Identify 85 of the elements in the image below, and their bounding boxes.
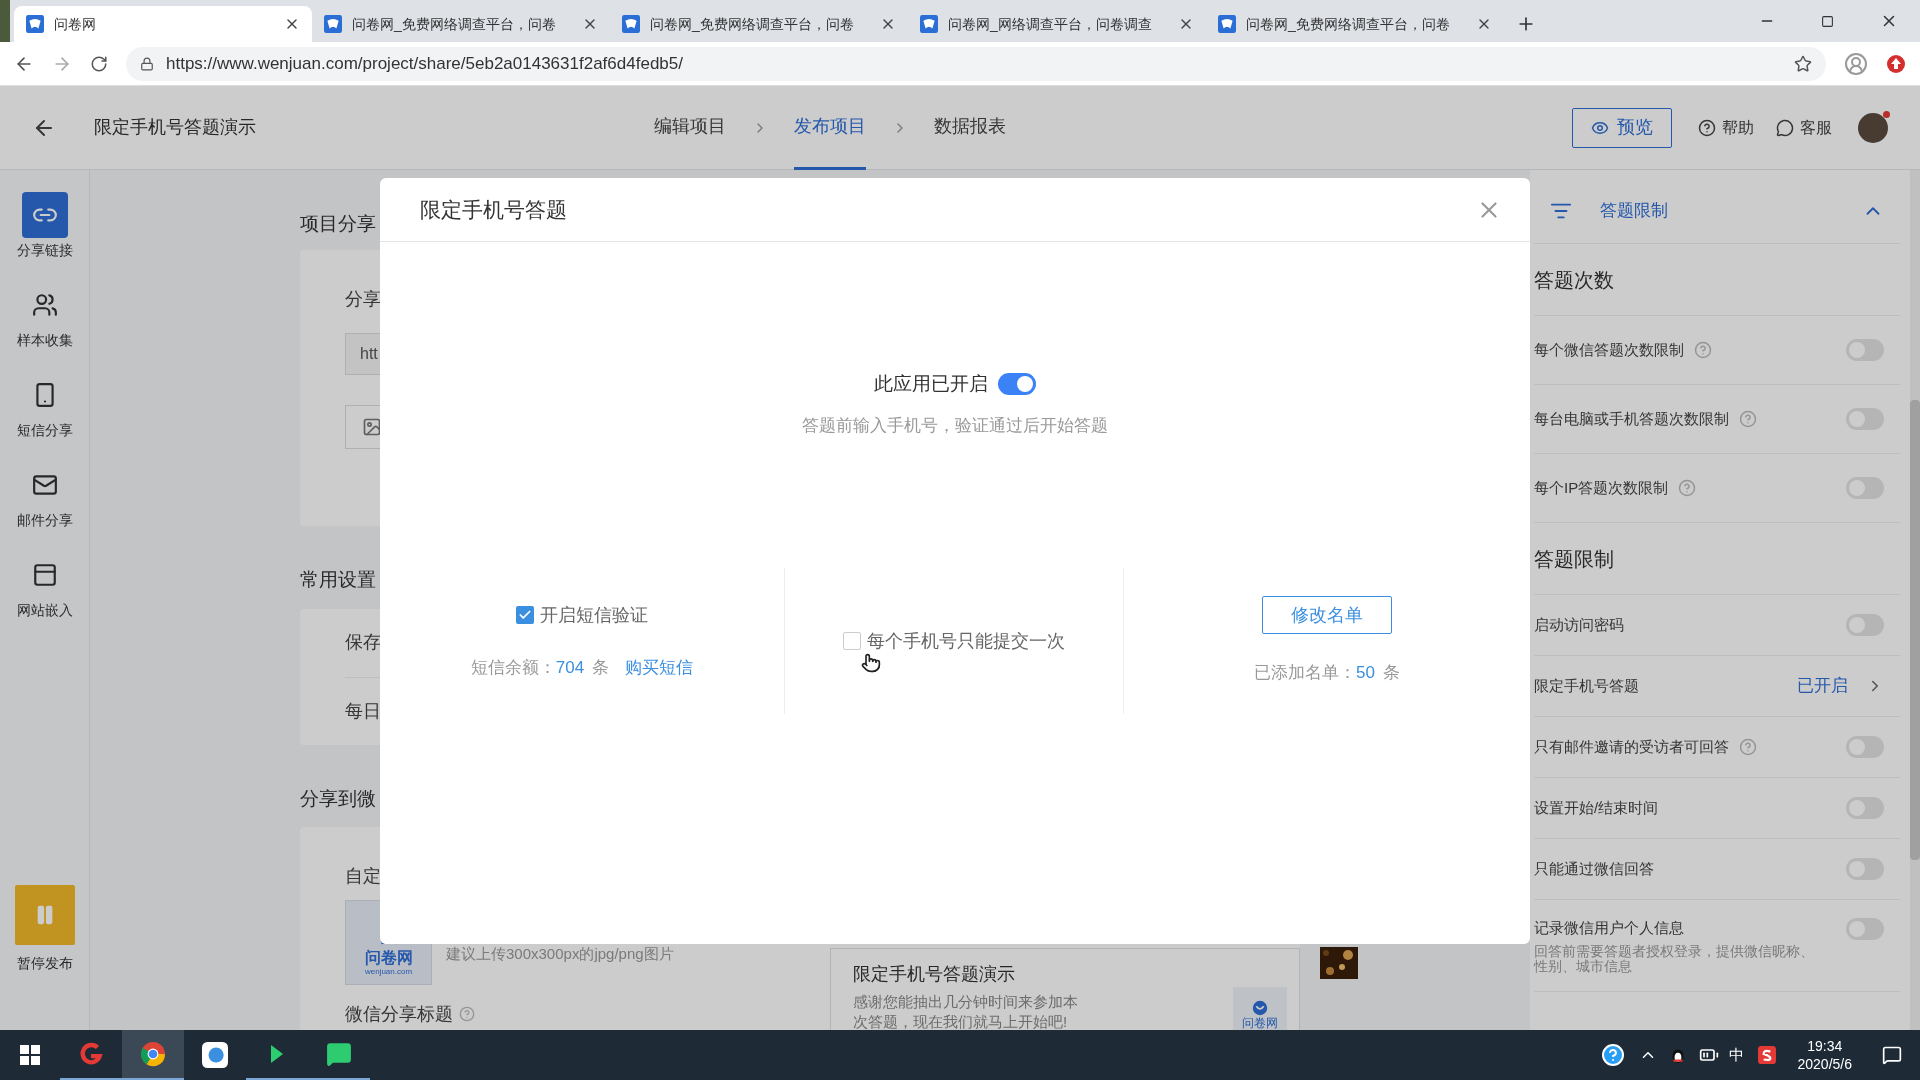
field-label: 自定 <box>345 865 381 888</box>
reload-icon[interactable] <box>90 54 108 73</box>
clock-time[interactable]: 19:34 <box>1807 1037 1843 1055</box>
section-title: 常用设置 <box>300 568 376 592</box>
checkbox[interactable]: 每个手机号只能提交一次 <box>843 627 1065 655</box>
setting-label: 限定手机号答题 <box>1534 675 1639 696</box>
status-label: 此应用已开启 <box>874 372 988 396</box>
info-unit: 条 <box>592 656 610 679</box>
sidebar-item[interactable]: 短信分享 <box>16 372 73 462</box>
setting-label: 设置开始/结束时间 <box>1534 797 1659 818</box>
dialog-title: 限定手机号答题 <box>420 196 567 223</box>
setting-label: 每个IP答题次数限制 <box>1534 477 1669 498</box>
preview-text: 次答题，现在我们就马上开始吧! <box>853 1012 1068 1030</box>
preview-title: 限定手机号答题演示 <box>853 963 1015 986</box>
bookmark-star-icon[interactable] <box>1794 54 1812 73</box>
project-title: 限定手机号答题演示 <box>94 116 257 139</box>
hand-cursor-icon <box>861 652 881 673</box>
sidebar-item[interactable]: 网站嵌入 <box>16 552 73 642</box>
notification-icon[interactable] <box>1882 1045 1902 1065</box>
field-label: 分享 <box>345 288 381 311</box>
browser-tab[interactable]: 问卷网 <box>14 6 312 42</box>
section-heading: 答题限制 <box>1534 523 1900 595</box>
clock-date[interactable]: 2020/5/6 <box>1797 1055 1852 1073</box>
info-label: 已添加名单： <box>1254 662 1357 685</box>
setting-description: 回答前需要答题者授权登录，提供微信昵称、性别、城市信息 <box>1534 943 1815 974</box>
browser-tab[interactable]: 问卷网_免费网络调查平台，问卷 <box>610 6 908 42</box>
service-link[interactable]: 客服 <box>1776 115 1832 140</box>
info-unit: 条 <box>1382 662 1400 685</box>
sidebar-item[interactable]: 邮件分享 <box>16 462 73 552</box>
dialog-description: 答题前输入手机号，验证通过后开始答题 <box>802 414 1108 437</box>
maximize-icon[interactable] <box>1821 14 1834 28</box>
app-tray-icon[interactable] <box>1757 1046 1776 1064</box>
checkbox[interactable]: 开启短信验证 <box>516 601 648 629</box>
tab-favicon-icon <box>324 15 342 33</box>
preview-text: 感谢您能抽出几分钟时间来参加本 <box>853 992 1078 1012</box>
image-icon <box>362 417 382 437</box>
browser-tab[interactable]: 问卷网_网络调查平台，问卷调查 <box>908 6 1206 42</box>
mail-icon <box>31 472 58 498</box>
tab-favicon-icon <box>1218 15 1236 33</box>
setting-label: 只能通过微信回答 <box>1534 858 1654 879</box>
ime-indicator[interactable]: 中 <box>1728 1043 1744 1067</box>
browser-tab[interactable]: 问卷网_免费网络调查平台，问卷 <box>312 6 610 42</box>
setting-label: 记录微信用户个人信息 <box>1534 918 1684 939</box>
app-toggle-switch[interactable] <box>998 373 1036 396</box>
setting-label: 每日 <box>345 699 381 723</box>
tab-favicon-icon <box>622 15 640 33</box>
sidebar-item[interactable]: 样本收集 <box>16 282 73 372</box>
windows-start-icon[interactable] <box>20 1045 40 1065</box>
panel-title[interactable]: 答题限制 <box>1600 197 1668 224</box>
help-icon <box>1698 118 1716 137</box>
tab-favicon-icon <box>26 15 44 33</box>
address-field[interactable]: https://www.wenjuan.com/project/share/5eb2a0143631f2af6d4fedb5/ <box>126 46 1826 81</box>
pause-label: 暂停发布 <box>16 954 73 973</box>
section-title: 项目分享 <box>300 212 376 236</box>
setting-label: 启动访问密码 <box>1534 614 1624 635</box>
info-label: 短信余额： <box>470 656 556 679</box>
preview-button[interactable]: 预览 <box>1572 107 1672 148</box>
setting-label: 每个微信答题次数限制 <box>1534 339 1684 360</box>
upload-hint: 建议上传300x300px的jpg/png图片 <box>446 943 674 964</box>
browser-tab[interactable]: 问卷网_免费网络调查平台，问卷 <box>1206 6 1504 42</box>
status-link[interactable]: 已开启 <box>1797 673 1884 699</box>
setting-label: 只有邮件邀请的受访者可回答 <box>1534 736 1729 757</box>
edit-list-button[interactable]: 修改名单 <box>1262 596 1392 635</box>
section-heading: 答题次数 <box>1534 244 1900 316</box>
setting-label: 保存 <box>345 631 381 654</box>
info-value: 50 <box>1356 662 1375 685</box>
avatar[interactable] <box>1858 112 1888 143</box>
tab-favicon-icon <box>920 15 938 33</box>
sidebar-item[interactable]: 分享链接 <box>16 192 73 282</box>
profile-icon[interactable] <box>1844 51 1868 76</box>
chat-icon <box>1776 118 1794 137</box>
info-value: 704 <box>555 656 585 679</box>
browser-taskbar-icon[interactable] <box>122 1030 184 1080</box>
lock-icon <box>140 56 154 71</box>
window-icon <box>31 562 58 588</box>
people-icon <box>31 292 58 318</box>
help-link[interactable]: 帮助 <box>1698 115 1754 140</box>
setting-label: 每台电脑或手机答题次数限制 <box>1534 408 1729 429</box>
field-label: 微信分享标题 <box>345 1003 475 1025</box>
help-icon <box>459 1006 475 1022</box>
section-title: 分享到微 <box>300 786 376 811</box>
extension-icon[interactable] <box>1886 53 1906 74</box>
preview-logo: 问卷网 <box>1233 987 1287 1030</box>
scrollbar[interactable] <box>1910 170 1920 1030</box>
help-tray-icon[interactable] <box>1600 1043 1625 1067</box>
